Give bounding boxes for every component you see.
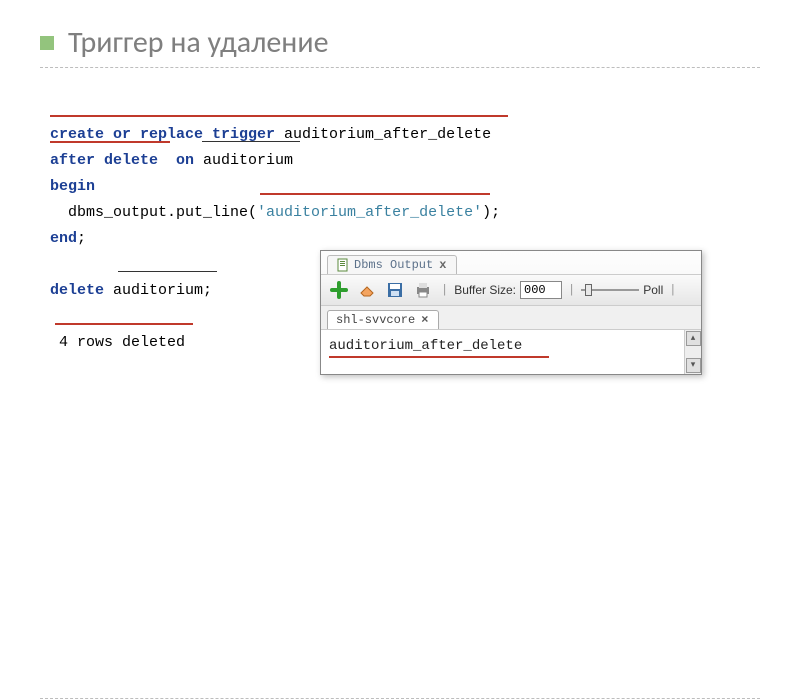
code-id: ); (482, 204, 500, 221)
vertical-scrollbar[interactable]: ▴ ▾ (684, 330, 701, 374)
underline-black (202, 141, 300, 142)
buffer-size-label: Buffer Size: (454, 283, 516, 297)
separator: | (667, 283, 678, 297)
poll-label: Poll (643, 283, 663, 297)
close-icon[interactable]: × (419, 313, 430, 327)
doc-icon (336, 258, 350, 272)
panel-tabbar: Dbms Output x (321, 251, 701, 275)
separator: | (439, 283, 450, 297)
code-id: auditorium_after_delete (275, 126, 491, 143)
buffer-size-input[interactable] (520, 281, 562, 299)
underline-red (50, 115, 508, 117)
title-bullet-icon (40, 36, 54, 50)
output-text[interactable]: auditorium_after_delete (321, 330, 684, 374)
tab-dbms-output[interactable]: Dbms Output x (327, 255, 457, 274)
separator: | (566, 283, 577, 297)
print-button[interactable] (411, 279, 435, 301)
code-str: 'auditorium_after_delete' (257, 204, 482, 221)
output-body: auditorium_after_delete ▴ ▾ (321, 330, 701, 374)
dbms-output-panel: Dbms Output x | Buffer Size: | Poll | sh… (320, 250, 702, 375)
underline-red (55, 323, 193, 325)
slide-title-row: Триггер на удаление (40, 24, 760, 68)
connection-tab-label: shl-svvcore (336, 313, 415, 327)
slider-thumb[interactable] (585, 284, 592, 296)
tab-label: Dbms Output (354, 258, 433, 272)
code-id: dbms_output.put_line( (50, 204, 257, 221)
code-kw: delete (50, 282, 104, 299)
close-icon[interactable]: x (437, 258, 448, 272)
code-id: ; (77, 230, 86, 247)
code-kw: end (50, 230, 77, 247)
slide-title: Триггер на удаление (68, 24, 329, 61)
underline-red (50, 141, 170, 143)
code-kw: begin (50, 178, 95, 195)
scroll-down-button[interactable]: ▾ (686, 358, 701, 373)
poll-slider[interactable] (581, 283, 639, 297)
code-id: auditorium (203, 152, 293, 169)
code-kw: after delete (50, 152, 167, 169)
underline-red (329, 356, 549, 358)
connection-tab[interactable]: shl-svvcore × (327, 310, 439, 329)
underline-black (118, 271, 217, 272)
clear-button[interactable] (355, 279, 379, 301)
add-button[interactable] (327, 279, 351, 301)
panel-toolbar: | Buffer Size: | Poll | (321, 275, 701, 306)
code-result: 4 rows deleted (50, 334, 185, 351)
code-id: auditorium; (104, 282, 212, 299)
save-button[interactable] (383, 279, 407, 301)
output-line: auditorium_after_delete (329, 338, 522, 354)
code-kw: on (167, 152, 203, 169)
underline-red (260, 193, 490, 195)
connection-tabbar: shl-svvcore × (321, 306, 701, 330)
scroll-up-button[interactable]: ▴ (686, 331, 701, 346)
